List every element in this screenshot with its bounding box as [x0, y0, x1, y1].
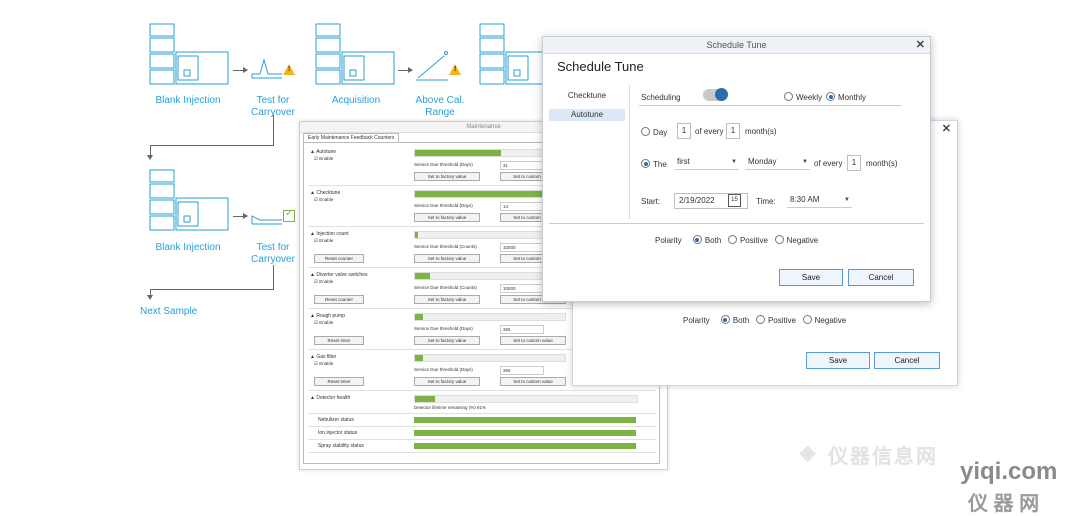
- schedule-tune-dialog: Schedule Tune ✕ Schedule Tune Checktune …: [542, 36, 931, 302]
- start-label: Start:: [641, 197, 661, 206]
- lc-instrument-icon: [149, 169, 229, 231]
- close-icon[interactable]: ✕: [942, 122, 951, 135]
- watermark-cn-short: 仪 器 网: [968, 493, 1040, 515]
- the-every-input[interactable]: 1: [847, 155, 861, 171]
- counter-name: Injection count: [316, 231, 349, 237]
- watermark-site: yiqi.com: [960, 458, 1058, 485]
- window-title: Schedule Tune: [543, 37, 930, 54]
- time-label: Time:: [756, 197, 776, 206]
- down-arrow-icon: [147, 295, 153, 300]
- flow-arrow: [233, 67, 248, 73]
- custom-value-button[interactable]: Set to custom value: [500, 377, 566, 386]
- day-every-input[interactable]: 1: [726, 123, 740, 139]
- lc-instrument-icon: [479, 23, 547, 85]
- polarity-group: Polarity Both Positive Negative: [683, 315, 847, 325]
- flow-arrow: [398, 67, 413, 73]
- lc-instrument-icon: [315, 23, 395, 85]
- threshold-input[interactable]: 31: [500, 161, 544, 170]
- reset-button[interactable]: Reset counter: [314, 254, 364, 263]
- counter-name: Rough pump: [316, 313, 345, 319]
- monthly-radio[interactable]: Monthly: [826, 92, 866, 102]
- polarity-both-radio[interactable]: Both: [692, 235, 721, 245]
- enable-checkbox[interactable]: ☑ Enable: [314, 156, 333, 162]
- calibration-chart-icon: [416, 51, 448, 81]
- dialog-heading: Schedule Tune: [557, 59, 644, 74]
- the-radio[interactable]: The: [641, 159, 667, 169]
- polarity-positive-radio[interactable]: Positive: [727, 235, 768, 245]
- polarity-group: Polarity Both Positive Negative: [655, 235, 819, 245]
- threshold-input[interactable]: 365: [500, 366, 544, 375]
- weekly-radio[interactable]: Weekly: [784, 92, 822, 102]
- factory-value-button[interactable]: Set to factory value: [414, 377, 480, 386]
- factory-value-button[interactable]: Set to factory value: [414, 254, 480, 263]
- ordinal-select[interactable]: first ▼: [674, 155, 739, 170]
- nav-autotune[interactable]: Autotune: [549, 109, 625, 121]
- threshold-input[interactable]: 10000: [500, 243, 544, 252]
- detector-row: ▲ Detector health Detector lifetime rema…: [308, 393, 656, 414]
- cancel-button[interactable]: Cancel: [874, 352, 940, 369]
- step-label: Blank Injection: [155, 95, 221, 106]
- factory-value-button[interactable]: Set to factory value: [414, 213, 480, 222]
- step-label: Test for Carryover: [251, 242, 295, 265]
- step-label: Blank Injection: [155, 242, 221, 253]
- scheduling-toggle[interactable]: [703, 88, 728, 101]
- reset-button[interactable]: Reset timer: [314, 377, 364, 386]
- time-select[interactable]: 8:30 AM ▼: [787, 193, 852, 208]
- warning-icon: !: [283, 64, 295, 75]
- flow-arrow: [233, 213, 248, 219]
- check-icon: ✓: [283, 208, 295, 222]
- close-icon[interactable]: ✕: [916, 38, 925, 51]
- scheduling-label: Scheduling: [641, 93, 681, 102]
- polarity-negative-radio[interactable]: Negative: [774, 235, 818, 245]
- weekday-select[interactable]: Monday ▼: [745, 155, 810, 170]
- calendar-icon[interactable]: 15: [728, 194, 741, 207]
- day-input[interactable]: 1: [677, 123, 691, 139]
- reset-button[interactable]: Reset timer: [314, 336, 364, 345]
- day-radio[interactable]: Day: [641, 127, 667, 137]
- next-sample-label: Next Sample: [140, 306, 198, 317]
- warning-icon: !: [449, 64, 461, 75]
- threshold-input[interactable]: 10000: [500, 284, 544, 293]
- cancel-button[interactable]: Cancel: [848, 269, 914, 286]
- threshold-input[interactable]: 14: [500, 202, 544, 211]
- counter-name: Gas filter: [316, 354, 337, 360]
- enable-checkbox[interactable]: ☑ Enable: [314, 320, 333, 326]
- polarity-both-radio[interactable]: Both: [720, 315, 749, 325]
- down-arrow-icon: [147, 155, 153, 160]
- factory-value-button[interactable]: Set to factory value: [414, 336, 480, 345]
- clean-chart-icon: [251, 215, 282, 225]
- enable-checkbox[interactable]: ☑ Enable: [314, 279, 333, 285]
- polarity-positive-radio[interactable]: Positive: [755, 315, 796, 325]
- nav-checktune[interactable]: Checktune: [549, 91, 625, 103]
- counter-name: Checktune: [316, 190, 341, 196]
- step-label: Above Cal. Range: [415, 95, 465, 118]
- counter-name: Autotune: [316, 149, 337, 155]
- save-button[interactable]: Save: [779, 269, 843, 286]
- threshold-input[interactable]: 365: [500, 325, 544, 334]
- counter-name: Diverter valve switches: [316, 272, 368, 278]
- enable-checkbox[interactable]: ☑ Enable: [314, 197, 333, 203]
- factory-value-button[interactable]: Set to factory value: [414, 172, 480, 181]
- status-row: Spray stability status: [308, 441, 656, 453]
- polarity-negative-radio[interactable]: Negative: [802, 315, 846, 325]
- detector-name: Detector health: [316, 395, 351, 401]
- factory-value-button[interactable]: Set to factory value: [414, 295, 480, 304]
- watermark-logo-icon: ◈: [800, 442, 816, 464]
- custom-value-button[interactable]: Set to custom value: [500, 336, 566, 345]
- reset-button[interactable]: Reset counter: [314, 295, 364, 304]
- enable-checkbox[interactable]: ☑ Enable: [314, 238, 333, 244]
- watermark-cn: 仪器信息网: [828, 446, 938, 468]
- lc-instrument-icon: [149, 23, 229, 85]
- save-button[interactable]: Save: [806, 352, 870, 369]
- status-row: Nebulizer status: [308, 415, 656, 427]
- step-label: Acquisition: [331, 95, 381, 106]
- status-row: Ion injector status: [308, 428, 656, 440]
- enable-checkbox[interactable]: ☑ Enable: [314, 361, 333, 367]
- carryover-chart-icon: [251, 58, 282, 79]
